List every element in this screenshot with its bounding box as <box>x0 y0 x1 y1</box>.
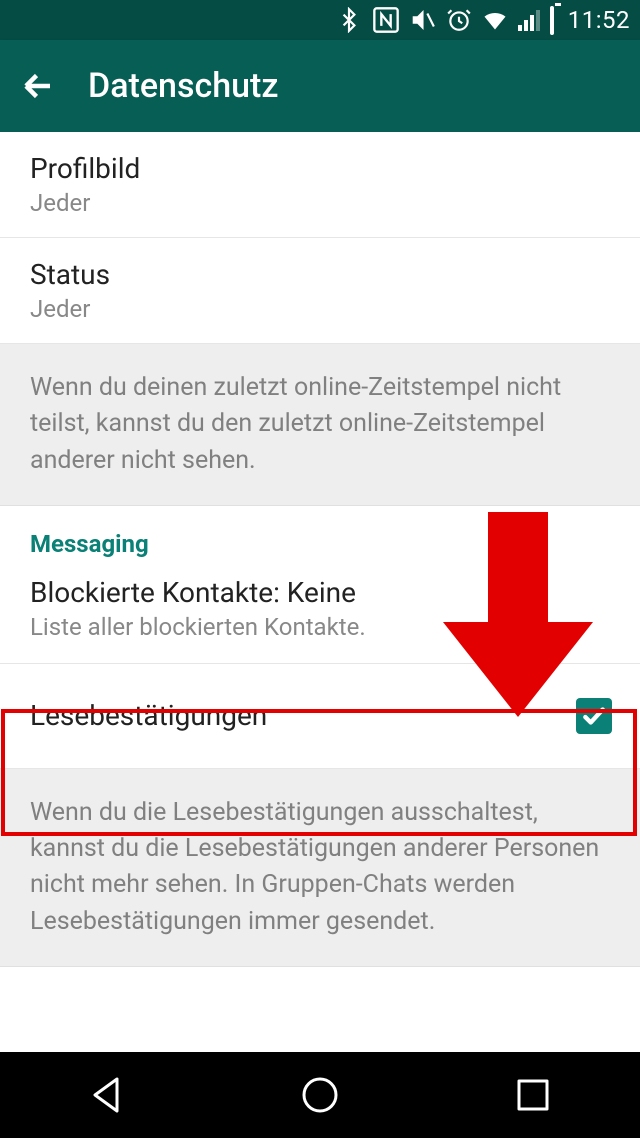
app-bar: Datenschutz <box>0 40 640 132</box>
info-readreceipts: Wenn du die Lesebestätigungen ausschalte… <box>0 769 640 967</box>
nav-recent-button[interactable] <box>511 1073 555 1117</box>
setting-title: Blockierte Kontakte: Keine <box>30 576 610 609</box>
nav-back-button[interactable] <box>85 1073 129 1117</box>
setting-profilepic[interactable]: Profilbild Jeder <box>0 132 640 238</box>
setting-subtitle: Liste aller blockierten Kontakte. <box>30 613 610 641</box>
setting-value: Jeder <box>30 189 610 217</box>
info-lastseen: Wenn du deinen zuletzt online-Zeitstempe… <box>0 344 640 506</box>
android-nav-bar <box>0 1052 640 1138</box>
section-header-messaging: Messaging <box>0 506 640 558</box>
alarm-icon <box>446 7 472 33</box>
setting-title: Lesebestätigungen <box>30 699 267 732</box>
battery-icon <box>550 8 554 33</box>
mute-icon <box>410 7 436 33</box>
setting-blocked-contacts[interactable]: Blockierte Kontakte: Keine Liste aller b… <box>0 558 640 664</box>
status-clock: 11:52 <box>568 6 630 34</box>
back-button[interactable] <box>20 68 56 104</box>
bluetooth-icon <box>336 7 362 33</box>
read-receipts-checkbox[interactable] <box>576 698 612 734</box>
setting-title: Profilbild <box>30 152 610 185</box>
wifi-icon <box>482 7 508 33</box>
nav-home-button[interactable] <box>298 1073 342 1117</box>
settings-content: Profilbild Jeder Status Jeder Wenn du de… <box>0 132 640 967</box>
signal-icon <box>518 9 540 31</box>
setting-title: Status <box>30 258 610 291</box>
setting-read-receipts[interactable]: Lesebestätigungen <box>0 664 640 769</box>
page-title: Datenschutz <box>88 66 278 106</box>
nfc-icon <box>372 6 400 34</box>
setting-status[interactable]: Status Jeder <box>0 238 640 344</box>
setting-value: Jeder <box>30 295 610 323</box>
android-status-bar: 11:52 <box>0 0 640 40</box>
